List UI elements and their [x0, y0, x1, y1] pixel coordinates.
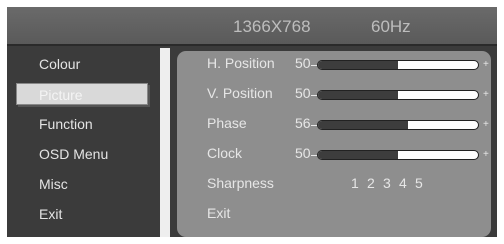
picture-exit[interactable]: Exit	[207, 205, 230, 221]
clock-slider-fill	[318, 151, 398, 159]
resolution-readout: 1366X768	[233, 17, 311, 36]
clock-label: Clock	[207, 145, 243, 161]
clock-plus-icon: +	[483, 149, 489, 160]
phase-slider[interactable]	[317, 120, 479, 130]
v-position-plus-icon: +	[483, 89, 489, 100]
clock-value: 50	[295, 145, 311, 161]
clock-slider[interactable]	[317, 150, 479, 160]
phase-value: 56	[295, 115, 311, 131]
v-position-value: 50	[295, 85, 311, 101]
sharpness-label: Sharpness	[207, 175, 274, 191]
h-position-slider-fill	[318, 61, 398, 69]
h-position-value: 50	[295, 55, 311, 71]
menu-item-exit[interactable]: Exit	[17, 203, 147, 225]
v-position-label: V. Position	[207, 85, 273, 101]
h-position-plus-icon: +	[483, 59, 489, 70]
osd-menu: 1366X768 60Hz Colour Picture Function OS…	[7, 7, 497, 237]
refresh-rate-readout: 60Hz	[371, 17, 411, 36]
osd-header: 1366X768 60Hz	[7, 7, 497, 46]
sharpness-option-3[interactable]: 3	[383, 175, 391, 191]
menu-item-picture[interactable]: Picture	[16, 83, 148, 105]
phase-slider-fill	[318, 121, 408, 129]
h-position-label: H. Position	[207, 55, 275, 71]
sharpness-option-5[interactable]: 5	[415, 175, 423, 191]
sharpness-option-2[interactable]: 2	[367, 175, 375, 191]
menu-divider	[160, 48, 170, 237]
phase-plus-icon: +	[483, 119, 489, 130]
phase-label: Phase	[207, 115, 247, 131]
menu-item-function[interactable]: Function	[17, 113, 147, 135]
v-position-slider-fill	[318, 91, 398, 99]
v-position-slider[interactable]	[317, 90, 479, 100]
menu-item-colour[interactable]: Colour	[17, 53, 147, 75]
sharpness-option-1[interactable]: 1	[351, 175, 359, 191]
sharpness-option-4[interactable]: 4	[399, 175, 407, 191]
picture-settings-panel: H. Position 50 + V. Position 50 + Phase …	[177, 51, 491, 237]
menu-item-osd-menu[interactable]: OSD Menu	[17, 143, 147, 165]
menu-item-misc[interactable]: Misc	[17, 173, 147, 195]
h-position-slider[interactable]	[317, 60, 479, 70]
